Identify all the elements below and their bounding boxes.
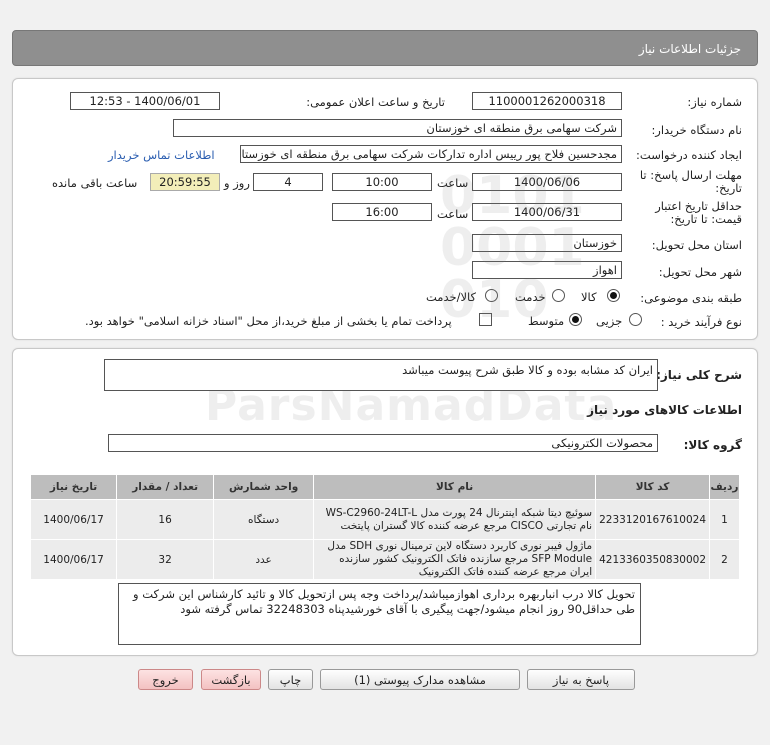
- deadline-time-label: ساعت: [437, 176, 469, 190]
- category-label: طبقه بندی موضوعی:: [640, 291, 742, 305]
- process-option-medium: متوسط: [528, 314, 565, 328]
- validity-label-line2: قیمت: تا تاریخ:: [670, 212, 742, 226]
- goods-table: ردیف کد کالا نام کالا واحد شمارش تعداد /…: [29, 474, 740, 580]
- category-radio-goods-service[interactable]: [485, 289, 498, 302]
- process-radio-minor[interactable]: [629, 313, 642, 326]
- days-label: روز و: [224, 176, 250, 190]
- cell-name: سوئیچ دیتا شبکه اینترنال 24 پورت مدل WS-…: [313, 499, 597, 540]
- table-row: 1 2233120167610024 سوئیچ دیتا شبکه اینتر…: [29, 499, 740, 540]
- province-field: خوزستان: [472, 234, 622, 252]
- back-button[interactable]: بازگشت: [201, 669, 261, 690]
- category-option-service: خدمت: [515, 290, 546, 304]
- page-header: جزئیات اطلاعات نیاز: [12, 30, 758, 66]
- deadline-time-field: 10:00: [332, 173, 432, 191]
- category-option-goods: کالا: [581, 290, 597, 304]
- need-number-label: شماره نیاز:: [687, 95, 742, 109]
- category-radio-service[interactable]: [552, 289, 565, 302]
- summary-label: شرح کلی نیاز:: [656, 368, 742, 382]
- cell-row: 1: [709, 499, 740, 540]
- cell-date: 1400/06/17: [29, 499, 118, 540]
- creator-field: مجدحسین فلاح پور رییس اداره تدارکات شرکت…: [240, 145, 622, 163]
- table-row: 2 4213360350830002 ماژول فیبر نوری کاربر…: [29, 539, 740, 580]
- cell-code: 2233120167610024: [595, 499, 710, 540]
- buyer-notes: تحویل کالا درب انباربهره برداری اهوازمیب…: [118, 583, 641, 645]
- col-row: ردیف: [709, 474, 740, 500]
- remaining-time-field: 20:59:55: [150, 173, 220, 191]
- goods-group-field: محصولات الکترونیکی: [108, 434, 658, 452]
- announce-field: 1400/06/01 - 12:53: [70, 92, 220, 110]
- buyer-org-label: نام دستگاه خریدار:: [651, 123, 742, 137]
- exit-button[interactable]: خروج: [138, 669, 193, 690]
- cell-date: 1400/06/17: [29, 539, 118, 580]
- validity-label-line1: حداقل تاریخ اعتبار: [655, 199, 742, 213]
- announce-label: تاریخ و ساعت اعلان عمومی:: [306, 95, 445, 109]
- deadline-date-field: 1400/06/06: [472, 173, 622, 191]
- cell-unit: دستگاه: [213, 499, 315, 540]
- deadline-label-line2: تاریخ:: [715, 181, 742, 195]
- process-label: نوع فرآیند خرید :: [660, 315, 742, 329]
- summary-field: ایران کد مشابه بوده و کالا طبق شرح پیوست…: [104, 359, 658, 391]
- print-button[interactable]: چاپ: [268, 669, 313, 690]
- cell-qty: 32: [116, 539, 215, 580]
- remaining-label: ساعت باقی مانده: [52, 176, 138, 190]
- cell-qty: 16: [116, 499, 215, 540]
- need-number-field: 1100001262000318: [472, 92, 622, 110]
- validity-date-field: 1400/06/31: [472, 203, 622, 221]
- buyer-contact-link[interactable]: اطلاعات تماس خریدار: [108, 148, 215, 162]
- category-option-goods-service: کالا/خدمت: [426, 290, 477, 304]
- process-radio-medium[interactable]: [569, 313, 582, 326]
- cell-name: ماژول فیبر نوری کاربرد دستگاه لاین ترمین…: [313, 539, 597, 580]
- reply-button[interactable]: پاسخ به نیاز: [527, 669, 635, 690]
- deadline-label-line1: مهلت ارسال پاسخ: تا: [639, 168, 742, 182]
- cell-unit: عدد: [213, 539, 315, 580]
- treasury-payment-checkbox[interactable]: [479, 313, 492, 326]
- validity-time-label: ساعت: [437, 207, 469, 221]
- days-remaining-field: 4: [253, 173, 323, 191]
- buyer-org-field: شرکت سهامی برق منطقه ای خوزستان: [173, 119, 622, 137]
- goods-section-title: اطلاعات کالاهای مورد نیاز: [587, 403, 742, 417]
- process-option-minor: جزیی: [596, 314, 623, 328]
- goods-group-label: گروه کالا:: [683, 438, 742, 452]
- validity-time-field: 16:00: [332, 203, 432, 221]
- cell-row: 2: [709, 539, 740, 580]
- page-title: جزئیات اطلاعات نیاز: [638, 42, 741, 56]
- col-code: کد کالا: [595, 474, 710, 500]
- province-label: استان محل تحویل:: [651, 238, 742, 252]
- goods-table-header: ردیف کد کالا نام کالا واحد شمارش تعداد /…: [29, 474, 740, 500]
- treasury-payment-note: پرداخت تمام یا بخشی از مبلغ خرید،از محل …: [85, 314, 452, 328]
- col-date: تاریخ نیاز: [29, 474, 118, 500]
- creator-label: ایجاد کننده درخواست:: [636, 148, 742, 162]
- col-name: نام کالا: [313, 474, 597, 500]
- attachments-button[interactable]: مشاهده مدارک پیوستی (1): [320, 669, 520, 690]
- col-qty: تعداد / مقدار: [116, 474, 215, 500]
- col-unit: واحد شمارش: [213, 474, 315, 500]
- category-radio-goods[interactable]: [607, 289, 620, 302]
- city-label: شهر محل تحویل:: [658, 265, 742, 279]
- cell-code: 4213360350830002: [595, 539, 710, 580]
- city-field: اهواز: [472, 261, 622, 279]
